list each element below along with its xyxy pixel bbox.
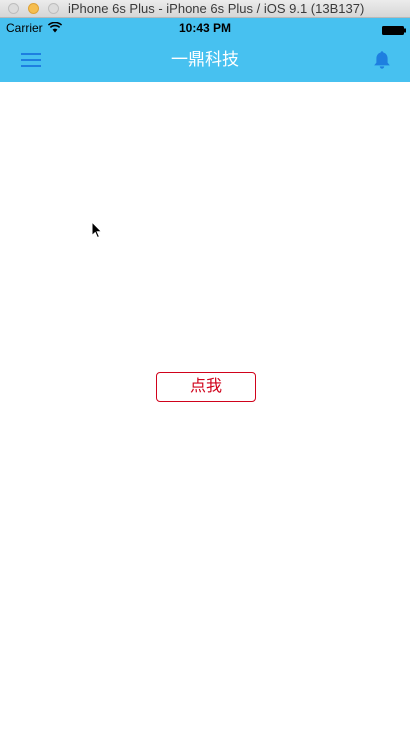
notifications-button[interactable]: [368, 48, 396, 72]
bell-icon: [374, 51, 390, 69]
navigation-bar: 一鼎科技: [0, 38, 410, 82]
status-time: 10:43 PM: [178, 21, 232, 35]
page-title: 一鼎科技: [171, 50, 239, 69]
window-title: iPhone 6s Plus - iPhone 6s Plus / iOS 9.…: [68, 1, 365, 16]
window-titlebar: iPhone 6s Plus - iPhone 6s Plus / iOS 9.…: [0, 0, 410, 18]
status-bar: Carrier 10:43 PM: [0, 18, 410, 38]
zoom-window-button[interactable]: [48, 3, 59, 14]
click-me-button[interactable]: 点我: [156, 372, 256, 402]
battery-icon: [382, 24, 406, 35]
minimize-window-button[interactable]: [28, 3, 39, 14]
simulator-window: iPhone 6s Plus - iPhone 6s Plus / iOS 9.…: [0, 0, 410, 749]
mouse-cursor-icon: [91, 221, 103, 239]
main-content: 点我: [0, 82, 410, 749]
close-window-button[interactable]: [8, 3, 19, 14]
